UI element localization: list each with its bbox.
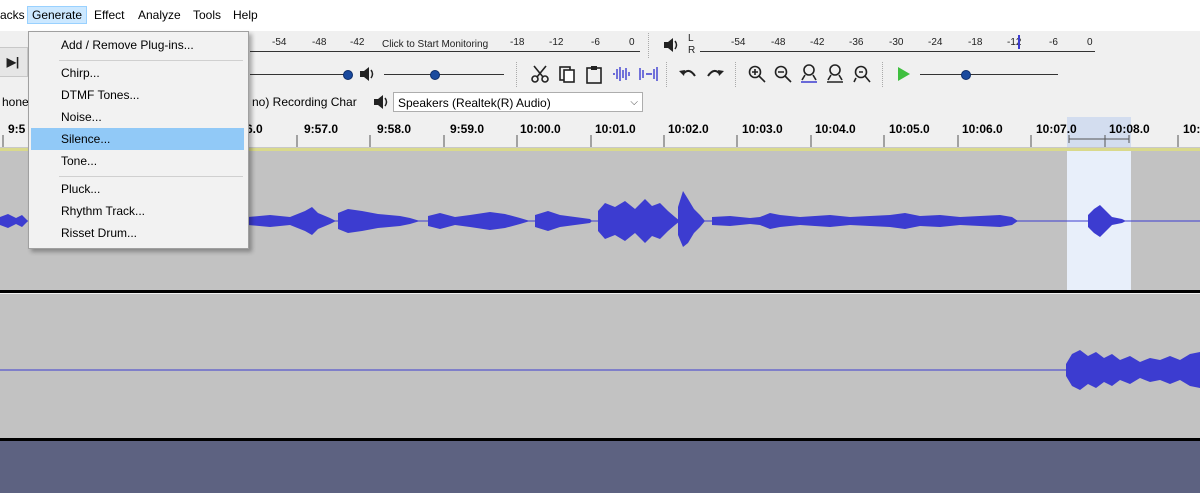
menu-tracks[interactable]: acks bbox=[0, 8, 29, 22]
rec-meter-tick: -6 bbox=[591, 37, 600, 48]
menu-separator bbox=[59, 60, 243, 61]
menu-separator bbox=[59, 176, 243, 177]
output-device-value: Speakers (Realtek(R) Audio) bbox=[398, 96, 551, 110]
play-meter-tick: -24 bbox=[928, 37, 943, 48]
menu-analyze[interactable]: Analyze bbox=[134, 8, 185, 22]
play-meter-tick: 0 bbox=[1087, 37, 1093, 48]
play-meter-tick: -6 bbox=[1049, 37, 1058, 48]
playback-volume-thumb[interactable] bbox=[430, 70, 440, 80]
play-meter-tick: -36 bbox=[849, 37, 864, 48]
toolbar-grip[interactable] bbox=[882, 62, 886, 87]
playback-volume-slider[interactable] bbox=[384, 74, 504, 75]
menu-generate[interactable]: Generate bbox=[27, 6, 88, 24]
output-speaker-icon bbox=[369, 90, 393, 114]
menu-effect[interactable]: Effect bbox=[90, 8, 128, 22]
play-at-speed-icon[interactable] bbox=[891, 62, 915, 86]
audio-track-2[interactable] bbox=[0, 294, 1200, 438]
scissors-icon[interactable] bbox=[528, 62, 552, 86]
rec-meter-tick: 0 bbox=[629, 37, 635, 48]
menu-tools[interactable]: Tools bbox=[189, 8, 225, 22]
click-to-start-monitoring[interactable]: Click to Start Monitoring bbox=[382, 39, 488, 50]
paste-icon[interactable] bbox=[582, 62, 606, 86]
track-separator bbox=[0, 290, 1200, 293]
play-speed-slider[interactable] bbox=[920, 74, 1058, 75]
menu-item-dtmf-tones[interactable]: DTMF Tones... bbox=[31, 84, 244, 106]
rec-meter-tick: -48 bbox=[312, 37, 327, 48]
playback-peak-marker bbox=[1018, 35, 1020, 49]
rec-meter-tick: -12 bbox=[549, 37, 564, 48]
zoom-toggle-icon[interactable] bbox=[850, 62, 874, 86]
menu-item-noise[interactable]: Noise... bbox=[31, 106, 244, 128]
play-meter-tick: -42 bbox=[810, 37, 825, 48]
silence-audio-icon[interactable] bbox=[637, 62, 661, 86]
toolbar-grip[interactable] bbox=[666, 62, 670, 87]
undo-icon[interactable] bbox=[676, 62, 700, 86]
recording-channels-value: no) Recording Char bbox=[252, 95, 357, 109]
menu-item-risset-drum[interactable]: Risset Drum... bbox=[31, 222, 244, 244]
recording-meter-scale[interactable] bbox=[250, 51, 640, 52]
empty-track-area[interactable] bbox=[0, 441, 1200, 493]
generate-menu-dropdown: Add / Remove Plug-ins... Chirp... DTMF T… bbox=[28, 31, 249, 249]
play-meter-tick: -18 bbox=[968, 37, 983, 48]
menu-bar: acks Generate Effect Analyze Tools Help bbox=[0, 0, 1200, 32]
menu-item-rhythm-track[interactable]: Rhythm Track... bbox=[31, 200, 244, 222]
fit-selection-icon[interactable] bbox=[797, 62, 821, 86]
play-meter-tick: -48 bbox=[771, 37, 786, 48]
playback-meter-speaker-icon[interactable] bbox=[659, 33, 683, 57]
chevron-down-icon: ⌵ bbox=[630, 97, 638, 108]
fit-project-icon[interactable] bbox=[823, 62, 847, 86]
play-meter-tick: -30 bbox=[889, 37, 904, 48]
input-device-value: hone bbox=[2, 95, 28, 109]
rec-meter-tick: -54 bbox=[272, 37, 287, 48]
channel-r-label: R bbox=[688, 45, 696, 56]
rec-meter-tick: -42 bbox=[350, 37, 365, 48]
playback-volume-speaker-icon bbox=[355, 62, 379, 86]
input-device-select[interactable]: hone bbox=[0, 92, 28, 112]
waveform-track-2 bbox=[0, 350, 1200, 390]
recording-channels-select[interactable]: no) Recording Char bbox=[248, 92, 366, 112]
toolbar-grip[interactable] bbox=[735, 62, 739, 87]
toolbar-grip[interactable] bbox=[648, 33, 652, 58]
menu-item-silence[interactable]: Silence... bbox=[31, 128, 244, 150]
recording-volume-thumb[interactable] bbox=[343, 70, 353, 80]
zoom-in-icon[interactable] bbox=[745, 62, 769, 86]
channel-l-label: L bbox=[688, 33, 694, 44]
redo-icon[interactable] bbox=[703, 62, 727, 86]
playback-meter-scale[interactable] bbox=[700, 51, 1095, 52]
menu-item-chirp[interactable]: Chirp... bbox=[31, 62, 244, 84]
play-meter-tick: -54 bbox=[731, 37, 746, 48]
copy-icon[interactable] bbox=[555, 62, 579, 86]
toolbar-grip[interactable] bbox=[516, 62, 520, 87]
play-speed-thumb[interactable] bbox=[961, 70, 971, 80]
menu-item-add-remove-plugins[interactable]: Add / Remove Plug-ins... bbox=[31, 34, 244, 56]
trim-audio-icon[interactable] bbox=[610, 62, 634, 86]
rec-meter-tick: -18 bbox=[510, 37, 525, 48]
recording-volume-slider[interactable] bbox=[250, 74, 348, 75]
menu-help[interactable]: Help bbox=[229, 8, 262, 22]
zoom-out-icon[interactable] bbox=[771, 62, 795, 86]
output-device-select[interactable]: Speakers (Realtek(R) Audio) ⌵ bbox=[393, 92, 643, 112]
menu-item-tone[interactable]: Tone... bbox=[31, 150, 244, 172]
menu-item-pluck[interactable]: Pluck... bbox=[31, 178, 244, 200]
